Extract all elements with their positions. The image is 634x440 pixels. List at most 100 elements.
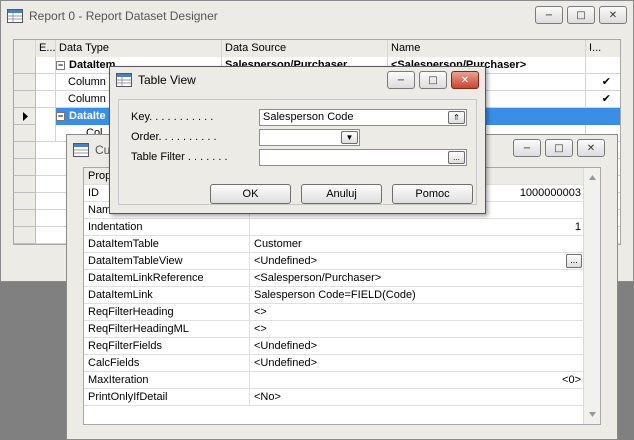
property-value[interactable]: Customer	[251, 236, 584, 253]
row-enabled-cell	[36, 108, 56, 125]
property-name: MaxIteration	[84, 372, 250, 389]
help-button[interactable]: Pomoc	[392, 184, 473, 204]
property-name: ReqFilterHeading	[84, 304, 250, 321]
lookup-up-arrow-icon[interactable]: ⇑	[448, 111, 465, 124]
table-filter-label: Table Filter . . . . . . .	[131, 151, 228, 163]
property-name: CalcFields	[84, 355, 250, 372]
property-value[interactable]: <Undefined> ...	[251, 253, 584, 270]
column-header-name[interactable]: Name	[388, 40, 586, 57]
maximize-icon: □	[428, 74, 438, 86]
row-include-check-icon[interactable]: ✔	[586, 74, 620, 91]
row-selector[interactable]	[14, 210, 36, 227]
property-name: DataItemLink	[84, 287, 250, 304]
table-view-dialog: Table View − □ ✕ Key. . . . . . . . . . …	[109, 66, 486, 214]
table-window-icon	[7, 9, 23, 23]
property-row[interactable]: ReqFilterFields <Undefined>	[84, 338, 584, 355]
close-button[interactable]: ✕	[599, 6, 627, 24]
column-header-data-source[interactable]: Data Source	[222, 40, 388, 57]
minimize-icon: −	[522, 142, 532, 154]
minimize-icon: −	[396, 74, 406, 86]
scroll-up-icon[interactable]	[589, 175, 596, 180]
property-row[interactable]: DataItemLink Salesperson Code=FIELD(Code…	[84, 287, 584, 304]
dialog-titlebar[interactable]: Table View − □ ✕	[110, 67, 485, 93]
property-row[interactable]: PrintOnlyIfDetail <No>	[84, 389, 584, 406]
scroll-down-icon[interactable]	[589, 412, 596, 417]
row-enabled-cell	[36, 74, 56, 91]
row-selector[interactable]	[14, 125, 36, 142]
data-type-text: DataIte	[69, 110, 106, 122]
property-name: ReqFilterHeadingML	[84, 321, 250, 338]
key-field[interactable]: Salesperson Code ⇑	[259, 109, 467, 126]
row-include	[586, 57, 620, 74]
property-value[interactable]: <Undefined>	[251, 355, 584, 372]
column-header-data-type[interactable]: Data Type	[56, 40, 222, 57]
property-name: Indentation	[84, 219, 250, 236]
property-row[interactable]: ReqFilterHeading <>	[84, 304, 584, 321]
row-selector[interactable]	[14, 159, 36, 176]
column-header-include[interactable]: I...	[586, 40, 620, 57]
maximize-icon: □	[576, 9, 586, 21]
property-value[interactable]: <>	[251, 304, 584, 321]
close-button[interactable]: ✕	[451, 71, 479, 89]
table-filter-field[interactable]: ...	[259, 149, 467, 166]
close-button[interactable]: ✕	[577, 139, 605, 157]
chevron-down-icon[interactable]: ▼	[341, 131, 358, 144]
property-value[interactable]: <0>	[251, 372, 584, 389]
vertical-scrollbar[interactable]	[583, 168, 600, 424]
property-name: ReqFilterFields	[84, 338, 250, 355]
close-icon: ✕	[586, 142, 596, 154]
property-name: DataItemLinkReference	[84, 270, 250, 287]
current-row-arrow-icon	[23, 112, 28, 121]
properties-window-icon	[73, 143, 89, 157]
main-titlebar[interactable]: Report 0 - Report Dataset Designer − □ ✕	[1, 1, 633, 31]
minimize-button[interactable]: −	[535, 6, 563, 24]
maximize-button[interactable]: □	[567, 6, 595, 24]
property-value[interactable]: <No>	[251, 389, 584, 406]
property-row[interactable]: ReqFilterHeadingML <>	[84, 321, 584, 338]
property-row[interactable]: DataItemLinkReference <Salesperson/Purch…	[84, 270, 584, 287]
property-name: PrintOnlyIfDetail	[84, 389, 250, 406]
property-row[interactable]: MaxIteration <0>	[84, 372, 584, 389]
property-value[interactable]: <Undefined>	[251, 338, 584, 355]
grid-header: E... Data Type Data Source Name I...	[14, 40, 620, 57]
property-row[interactable]: Indentation 1	[84, 219, 584, 236]
row-selector[interactable]	[14, 193, 36, 210]
row-selector[interactable]	[14, 57, 36, 74]
row-include	[586, 108, 620, 125]
collapse-icon[interactable]: −	[56, 111, 65, 121]
row-selector[interactable]	[14, 227, 36, 244]
property-value-text: <Undefined>	[254, 255, 317, 267]
assist-edit-button[interactable]: ...	[566, 254, 582, 268]
property-row[interactable]: DataItemTable Customer	[84, 236, 584, 253]
maximize-button[interactable]: □	[419, 71, 447, 89]
cancel-button[interactable]: Anuluj	[301, 184, 382, 204]
property-value[interactable]: <Salesperson/Purchaser>	[251, 270, 584, 287]
minimize-icon: −	[544, 9, 554, 21]
property-row[interactable]: CalcFields <Undefined>	[84, 355, 584, 372]
row-selector[interactable]	[14, 176, 36, 193]
maximize-button[interactable]: □	[545, 139, 573, 157]
property-value[interactable]: <>	[251, 321, 584, 338]
ok-button[interactable]: OK	[210, 184, 291, 204]
row-enabled-cell	[36, 125, 56, 142]
row-include-check-icon[interactable]: ✔	[586, 91, 620, 108]
row-selector[interactable]	[14, 108, 36, 125]
minimize-button[interactable]: −	[387, 71, 415, 89]
property-name: DataItemTable	[84, 236, 250, 253]
property-row[interactable]: DataItemTableView <Undefined> ...	[84, 253, 584, 270]
row-selector[interactable]	[14, 142, 36, 159]
property-value[interactable]: Salesperson Code=FIELD(Code)	[251, 287, 584, 304]
column-header-enabled[interactable]: E...	[36, 40, 56, 57]
row-selector[interactable]	[14, 91, 36, 108]
property-name: DataItemTableView	[84, 253, 250, 270]
order-dropdown[interactable]: ▼	[259, 129, 360, 146]
maximize-icon: □	[554, 142, 564, 154]
row-selector[interactable]	[14, 74, 36, 91]
dialog-title: Table View	[138, 73, 196, 87]
assist-edit-button[interactable]: ...	[448, 151, 465, 164]
key-value: Salesperson Code	[263, 111, 354, 123]
property-value[interactable]: 1	[251, 219, 584, 236]
collapse-icon[interactable]: −	[56, 60, 65, 70]
minimize-button[interactable]: −	[513, 139, 541, 157]
table-view-icon	[116, 73, 132, 87]
